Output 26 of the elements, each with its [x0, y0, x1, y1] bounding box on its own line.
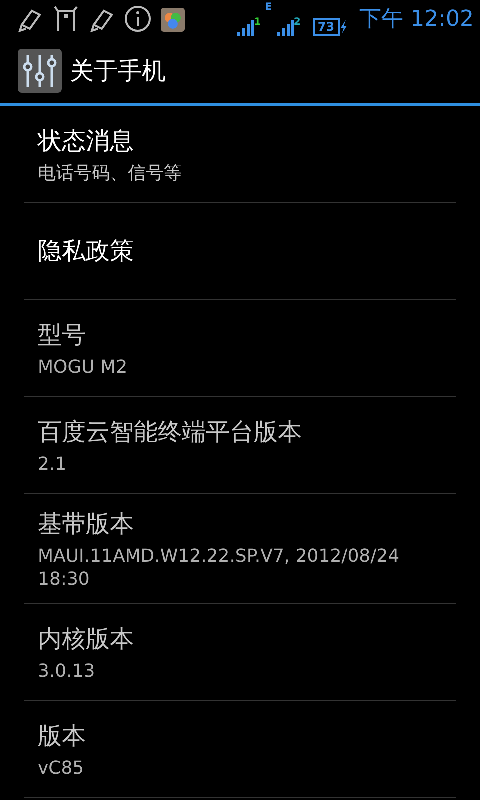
item-title: 基带版本	[38, 509, 135, 540]
item-summary: MAUI.11AMD.W12.22.SP.V7, 2012/08/24 18:30	[38, 546, 401, 591]
network-type-label: E	[265, 2, 272, 12]
sim-label: 2	[294, 18, 301, 28]
app-icon	[160, 5, 186, 33]
item-summary: 电话号码、信号等	[38, 162, 183, 186]
item-summary: MOGU M2	[38, 356, 129, 380]
item-title: 百度云智能终端平台版本	[38, 416, 303, 448]
item-title: 型号	[38, 320, 87, 351]
settings-item[interactable]: 状态消息 电话号码、信号等	[24, 106, 456, 203]
item-summary: 3.0.13	[38, 660, 96, 684]
item-title: 状态消息	[38, 126, 135, 157]
battery-icon: 73	[312, 18, 340, 36]
clock: 下午 12:02	[360, 6, 474, 34]
signal-icon	[276, 18, 294, 36]
item-title: 内核版本	[38, 624, 135, 655]
screen-title: 关于手机	[70, 56, 166, 86]
item-title: 版本	[38, 720, 87, 752]
item-title: 隐私政策	[38, 236, 135, 267]
item-summary: vC85	[38, 758, 86, 780]
settings-icon	[18, 48, 62, 92]
settings-item[interactable]: 隐私政策	[24, 203, 456, 300]
info-icon	[124, 5, 152, 33]
item-summary: 2.1	[38, 454, 68, 476]
sim-label: 1	[254, 18, 262, 28]
signal-icon	[236, 18, 254, 36]
